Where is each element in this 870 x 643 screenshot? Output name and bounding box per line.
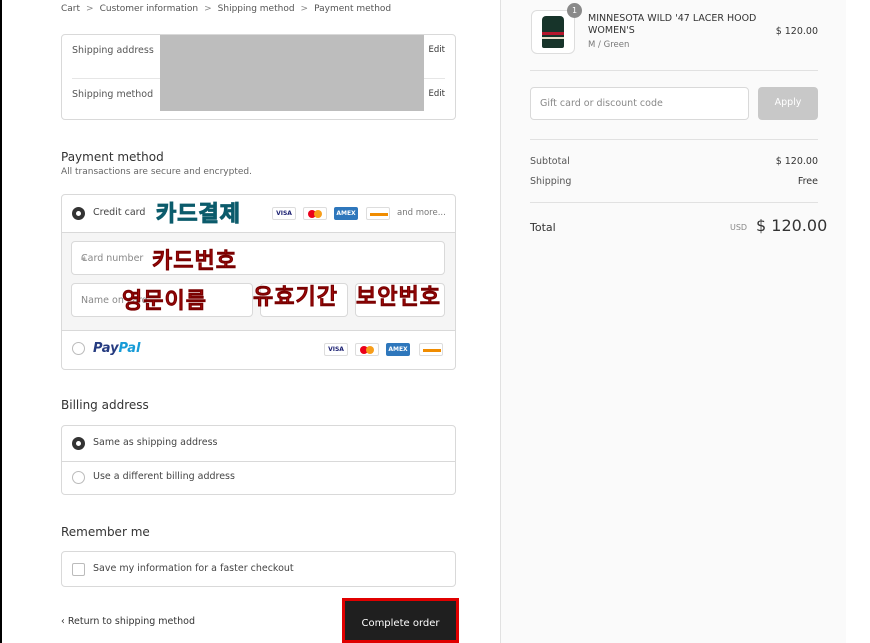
annotation-security-code: 보안번호 — [356, 285, 441, 311]
divider — [62, 461, 455, 462]
total-value: $ 120.00 — [756, 216, 828, 235]
save-info-checkbox[interactable] — [72, 563, 85, 576]
shipping-method-label: Shipping method — [72, 89, 154, 100]
divider — [530, 70, 818, 71]
product-thumbnail — [531, 10, 575, 54]
breadcrumb-separator: > — [300, 4, 309, 14]
remember-me-title: Remember me — [61, 525, 150, 539]
billing-options: Same as shipping address Use a different… — [61, 425, 456, 495]
card-number-field[interactable]: Card number 🔒︎ — [71, 241, 445, 275]
apply-button[interactable]: Apply — [758, 87, 818, 120]
return-to-shipping-link[interactable]: ‹ Return to shipping method — [61, 616, 195, 627]
breadcrumb-payment-method: Payment method — [314, 4, 392, 14]
billing-address-title: Billing address — [61, 398, 149, 412]
payment-options: Credit card 카드결제 VISA AMEX and more... C… — [61, 194, 456, 370]
subtotal-value: $ 120.00 — [775, 156, 818, 167]
complete-order-button[interactable]: Complete order — [342, 598, 459, 643]
order-summary: 1 MINNESOTA WILD '47 LACER HOOD WOMEN'S … — [500, 0, 846, 643]
checkout-main: Cart > Customer information > Shipping metho… — [2, 0, 500, 643]
breadcrumb-separator: > — [86, 4, 94, 14]
shipping-row: Shipping Free — [530, 176, 818, 187]
and-more-label: and more... — [397, 208, 446, 218]
total-currency: USD — [730, 223, 748, 232]
shipping-address-label: Shipping address — [72, 45, 154, 56]
quantity-badge: 1 — [567, 3, 582, 18]
same-address-label[interactable]: Same as shipping address — [93, 437, 217, 448]
visa-icon: VISA — [324, 343, 348, 356]
annotation-card-number: 카드번호 — [152, 249, 237, 275]
product-price: $ 120.00 — [775, 26, 818, 37]
annotation-card-payment: 카드결제 — [156, 202, 241, 228]
paypal-logo[interactable]: PayPal — [93, 341, 140, 356]
breadcrumb: Cart > Customer information > Shipping metho… — [61, 4, 391, 14]
divider — [530, 202, 818, 203]
discover-icon — [366, 207, 390, 220]
breadcrumb-customer-information[interactable]: Customer information — [100, 4, 199, 14]
discount-code-placeholder: Gift card or discount code — [540, 98, 663, 109]
breadcrumb-cart[interactable]: Cart — [61, 4, 80, 14]
credit-card-label: Credit card — [93, 207, 146, 218]
breadcrumb-separator: > — [204, 4, 212, 14]
different-address-label[interactable]: Use a different billing address — [93, 471, 235, 482]
mastercard-icon — [303, 207, 327, 220]
different-address-radio[interactable] — [72, 471, 85, 484]
mastercard-icon — [355, 343, 379, 356]
amex-icon: AMEX — [334, 207, 358, 220]
product-variant: M / Green — [588, 40, 630, 50]
lock-icon: 🔒︎ — [81, 253, 86, 263]
complete-order-label: Complete order — [361, 618, 440, 629]
credit-card-form: Card number 🔒︎ 카드번호 Name on card 영문이름 유효… — [62, 233, 455, 331]
edit-shipping-address-link[interactable]: Edit — [429, 45, 445, 55]
right-margin — [846, 0, 870, 643]
product-name: MINNESOTA WILD '47 LACER HOOD WOMEN'S — [588, 13, 757, 36]
payment-method-title: Payment method — [61, 150, 164, 164]
review-box: Shipping address Edit Shipping method Ed… — [61, 34, 456, 120]
jersey-image — [542, 16, 564, 48]
credit-card-option[interactable]: Credit card 카드결제 VISA AMEX and more... — [62, 195, 455, 233]
remember-me-box: Save my information for a faster checkou… — [61, 551, 456, 587]
amex-icon: AMEX — [386, 343, 410, 356]
subtotal-label: Subtotal — [530, 156, 570, 167]
shipping-value: Free — [797, 176, 818, 187]
credit-card-radio[interactable] — [72, 207, 85, 220]
shipping-label: Shipping — [530, 176, 572, 187]
subtotal-row: Subtotal $ 120.00 — [530, 156, 818, 167]
breadcrumb-shipping-method[interactable]: Shipping method — [218, 4, 295, 14]
same-address-radio[interactable] — [72, 437, 85, 450]
discover-icon — [419, 343, 443, 356]
annotation-english-name: 영문이름 — [122, 289, 207, 315]
total-label: Total — [530, 221, 556, 234]
discount-code-input[interactable]: Gift card or discount code — [530, 87, 749, 120]
apply-label: Apply — [774, 97, 802, 108]
annotation-expiry: 유효기간 — [253, 285, 338, 311]
divider — [530, 139, 818, 140]
save-info-label[interactable]: Save my information for a faster checkou… — [93, 563, 294, 574]
redacted-block — [160, 35, 424, 111]
payment-method-subtitle: All transactions are secure and encrypte… — [61, 167, 252, 177]
edit-shipping-method-link[interactable]: Edit — [429, 89, 445, 99]
paypal-radio[interactable] — [72, 342, 85, 355]
visa-icon: VISA — [272, 207, 296, 220]
